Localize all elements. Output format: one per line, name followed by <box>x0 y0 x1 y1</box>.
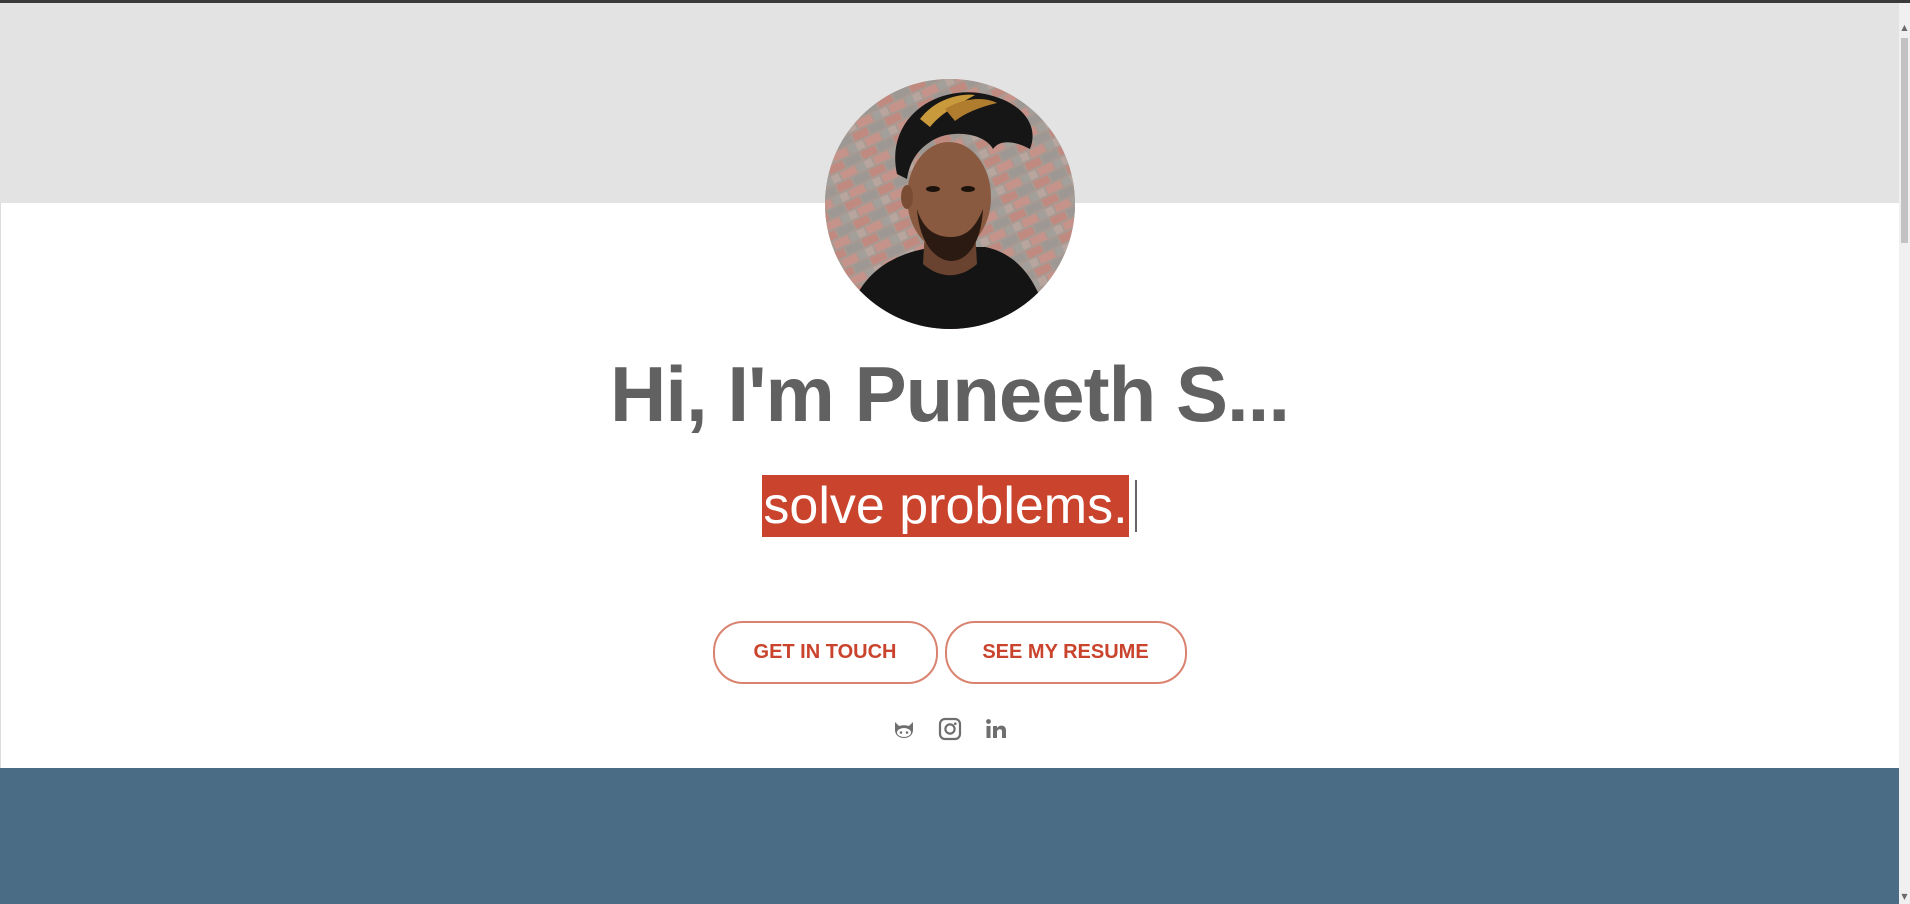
avatar-photo <box>825 79 1075 329</box>
tagline-highlighted-text: solve problems. <box>762 475 1129 537</box>
vertical-scrollbar[interactable]: ▲ ▼ <box>1899 3 1910 904</box>
github-icon[interactable] <box>891 716 917 742</box>
profile-avatar <box>825 79 1075 329</box>
typing-cursor <box>1134 480 1137 532</box>
page: Hi, I'm Puneeth S... solve problems. GET… <box>0 0 1910 904</box>
next-section-background <box>0 768 1899 904</box>
scroll-down-arrow-icon[interactable]: ▼ <box>1900 890 1909 904</box>
typed-tagline: solve problems. <box>0 475 1899 537</box>
linkedin-icon[interactable] <box>983 716 1009 742</box>
page-title: Hi, I'm Puneeth S... <box>610 350 1290 438</box>
scrollbar-thumb[interactable] <box>1901 38 1908 243</box>
get-in-touch-button[interactable]: GET IN TOUCH <box>712 621 938 684</box>
see-resume-button[interactable]: SEE MY RESUME <box>944 621 1187 684</box>
social-links <box>0 716 1899 742</box>
instagram-icon[interactable] <box>937 716 963 742</box>
scroll-up-arrow-icon[interactable]: ▲ <box>1900 21 1909 35</box>
cta-buttons: GET IN TOUCH SEE MY RESUME <box>0 621 1899 684</box>
